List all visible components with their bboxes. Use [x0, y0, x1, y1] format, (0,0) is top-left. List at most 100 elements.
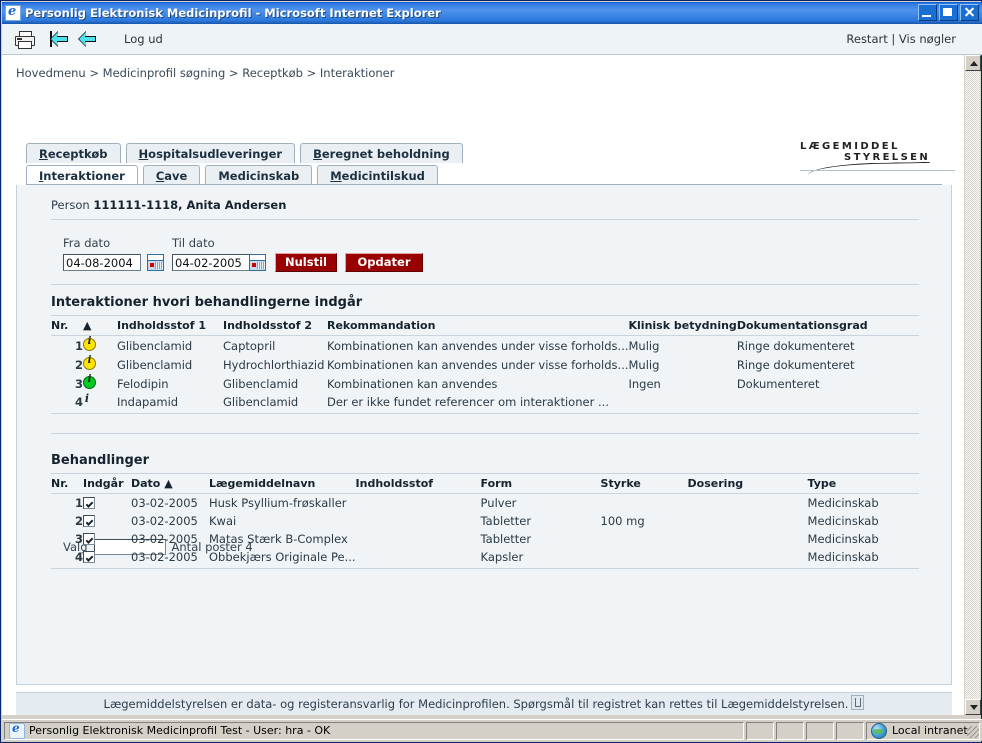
dosage [687, 548, 808, 569]
maximize-button[interactable] [939, 4, 958, 21]
column-header[interactable]: Rekommandation [327, 315, 629, 336]
scroll-up-icon[interactable] [965, 55, 981, 71]
column-header[interactable]: Indholdsstof [355, 473, 481, 494]
type: Medicinskab [807, 532, 879, 546]
globe-icon [871, 722, 887, 739]
tab-medicinskab[interactable]: Medicinskab [205, 165, 313, 185]
table-row[interactable]: 2 03-02-2005 Kwai Tabletter 100 mg Medicinska… [51, 512, 919, 530]
tab-cave[interactable]: Cave [142, 165, 201, 185]
to-date-label: Til dato [172, 236, 215, 250]
tab-receptk-b[interactable]: Receptkøb [26, 143, 121, 163]
info-yellow-icon[interactable]: i [83, 336, 96, 351]
vertical-scrollbar[interactable] [964, 55, 981, 715]
include-checkbox-cell [83, 548, 131, 569]
substance-2: Glibenclamid [223, 393, 327, 414]
breadcrumb[interactable]: Hovedmenu > Medicinprofil søgning > Rece… [16, 66, 394, 80]
table-header-row: Nr. ▲ Indholdsstof 1 Indholdsstof 2 Rekomman… [51, 315, 919, 336]
include-checkbox[interactable] [83, 551, 95, 563]
severity-icon: i [83, 336, 117, 356]
column-header[interactable]: Klinisk betydning [628, 315, 737, 336]
table-row[interactable]: 2 i Glibenclamid Hydrochlorthiazid Kombinati… [51, 355, 919, 374]
page-content: Hovedmenu > Medicinprofil søgning > Rece… [2, 55, 966, 715]
table-row[interactable]: 4 i Indapamid Glibenclamid Der er ikke funde… [51, 392, 919, 414]
update-button[interactable]: Opdater [345, 253, 423, 272]
window-title: Personlig Elektronisk Medicinprofil - Mi… [25, 6, 441, 20]
include-checkbox[interactable] [83, 533, 95, 545]
row-number: 3 [74, 376, 83, 391]
table-row[interactable]: 1 03-02-2005 Husk Psyllium-frøskaller Pulve… [51, 494, 919, 513]
info-green-icon[interactable]: i [83, 374, 96, 389]
resize-grip[interactable] [967, 726, 979, 738]
dosage [688, 530, 808, 548]
clinical-significance [628, 393, 737, 414]
back-to-start-arrow-icon[interactable] [50, 30, 70, 48]
column-header[interactable]: Indholdsstof 2 [223, 315, 327, 336]
clinical-significance: Mulig [628, 338, 660, 353]
column-header[interactable]: Styrke [600, 473, 688, 494]
content-panel: Person 111111-1118, Anita Andersen Fra d… [16, 185, 952, 715]
column-header[interactable]: Indgår [83, 473, 131, 494]
column-header[interactable]: Nr. [51, 473, 83, 494]
scroll-down-icon[interactable] [965, 699, 981, 715]
drug-name: Kwai [209, 514, 237, 528]
dosage [688, 512, 808, 530]
date: 03-02-2005 [131, 514, 198, 528]
table-row[interactable]: 1 i Glibenclamid Captopril Kombinationen kan… [51, 336, 919, 356]
notepad-icon[interactable] [851, 695, 865, 710]
tab-interaktioner[interactable]: Interaktioner [26, 165, 138, 185]
logo-swoosh-icon [807, 161, 931, 176]
calendar-icon[interactable] [249, 254, 266, 271]
minimize-button[interactable] [918, 4, 937, 21]
logout-link[interactable]: Log ud [124, 32, 163, 46]
to-date-input[interactable] [172, 254, 250, 271]
type: Medicinskab [807, 514, 879, 528]
reset-button[interactable]: Nulstil [275, 253, 337, 272]
substance-1: Glibenclamid [117, 357, 193, 372]
calendar-icon[interactable] [147, 254, 164, 271]
column-header[interactable]: Form [480, 473, 601, 494]
severity-icon: i [83, 374, 117, 393]
window-controls [918, 4, 979, 21]
include-checkbox[interactable] [83, 515, 95, 527]
date: 03-02-2005 [131, 532, 198, 546]
status-bar: Personlig Elektronisk Medicinprofil Test… [2, 719, 982, 741]
table-row[interactable]: 4 03-02-2005 Obbekjærs Originale Pe... Kaps… [51, 548, 919, 569]
printer-icon[interactable] [14, 30, 36, 49]
column-header[interactable]: Dokumentationsgrad [736, 315, 919, 336]
documentation-grade: Ringe dokumenteret [736, 357, 855, 372]
toolbar-right-links[interactable]: Restart | Vis nøgler [846, 32, 956, 46]
column-header[interactable]: Type [807, 473, 919, 494]
column-header[interactable]: Lægemiddelnavn [209, 473, 356, 494]
column-header[interactable]: Dosering [687, 473, 808, 494]
include-checkbox[interactable] [83, 497, 95, 509]
clinical-significance: Mulig [628, 357, 660, 372]
tab-medicintilskud[interactable]: Medicintilskud [317, 165, 438, 185]
from-date-input[interactable] [63, 254, 141, 271]
tab-hospitalsudleveringer[interactable]: Hospitalsudleveringer [125, 143, 296, 163]
back-arrow-icon[interactable] [78, 30, 98, 48]
column-header[interactable]: ▲ [83, 315, 117, 336]
treatments-title: Behandlinger [51, 453, 150, 468]
laegemiddelstyrelsen-logo: LÆGEMIDDEL STYRELSEN [800, 141, 955, 176]
column-header[interactable]: Indholdsstof 1 [117, 315, 223, 336]
info-yellow-icon[interactable]: i [83, 355, 96, 370]
security-zone[interactable]: Local intranet [866, 721, 980, 740]
table-row[interactable]: 3 i Felodipin Glibenclamid Kombinationen kan… [51, 374, 919, 393]
column-header[interactable]: Dato ▲ [131, 473, 209, 494]
column-header[interactable]: Nr. [51, 315, 83, 336]
type: Medicinskab [807, 548, 919, 569]
status-cell-blank [836, 721, 864, 740]
person-label: Person [51, 198, 90, 212]
substance-1: Indapamid [117, 393, 223, 414]
row-number: 2 [74, 357, 83, 372]
status-message: Personlig Elektronisk Medicinprofil Test… [4, 721, 744, 740]
table-header-row: Nr. Indgår Dato ▲ Lægemiddelnavn Indholdssto… [51, 473, 919, 494]
tab-row-secondary: Interaktioner Cave Medicinskab Medicintilsk… [26, 165, 443, 185]
divider-2 [51, 284, 919, 285]
table-row[interactable]: 3 03-02-2005 Matas Stærk B-Complex Tablette… [51, 530, 919, 548]
close-button[interactable] [960, 4, 979, 21]
substance-2: Glibenclamid [223, 376, 299, 391]
info-plain-icon[interactable]: i [83, 392, 91, 407]
tab-beregnet-beholdning[interactable]: Beregnet beholdning [300, 143, 463, 163]
substance [356, 494, 481, 513]
